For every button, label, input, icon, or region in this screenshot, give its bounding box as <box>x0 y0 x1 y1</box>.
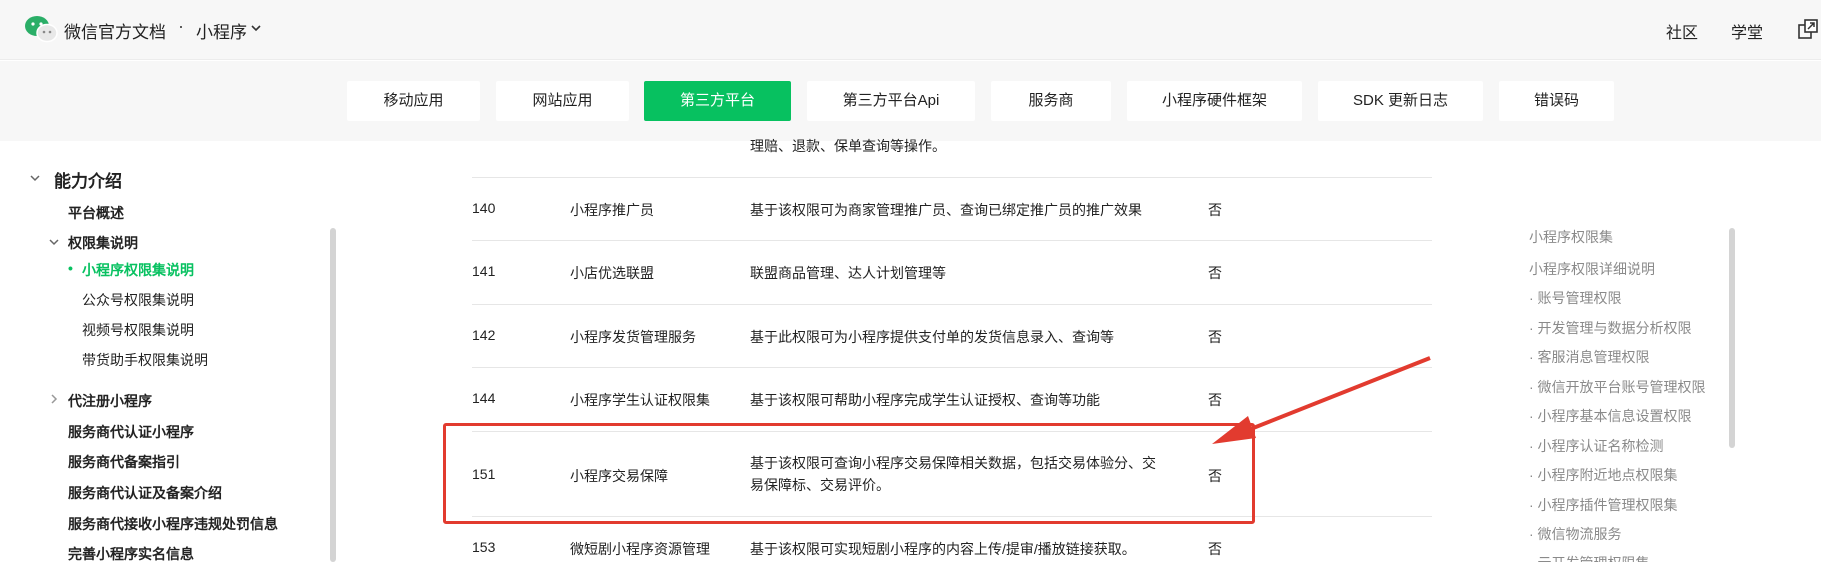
sidebar-item-permission-sets[interactable]: 权限集说明 <box>68 233 138 253</box>
community-link[interactable]: 社区 <box>1666 19 1698 43</box>
chevron-right-icon[interactable] <box>48 393 60 405</box>
row-id: 144 <box>472 390 496 406</box>
sidebar-item-sales-assistant-permissions[interactable]: 带货助手权限集说明 <box>82 350 208 370</box>
row-divider <box>472 177 1432 178</box>
tab-third-party-platform[interactable]: 第三方平台 <box>644 81 791 121</box>
toc-item[interactable]: · 小程序认证名称检测 <box>1529 436 1664 456</box>
tab-hardware-framework[interactable]: 小程序硬件框架 <box>1127 81 1302 121</box>
row-divider <box>472 304 1432 305</box>
row-flag: 否 <box>1208 329 1222 345</box>
product-switcher[interactable]: 小程序 <box>196 18 247 43</box>
sidebar-item-official-account-permissions[interactable]: 公众号权限集说明 <box>82 290 194 310</box>
row-id: 141 <box>472 263 496 279</box>
row-description: 基于该权限可帮助小程序完成学生认证授权、查询等功能 <box>750 392 1100 408</box>
sidebar-item-channels-permissions[interactable]: 视频号权限集说明 <box>82 320 194 340</box>
row-description: 联盟商品管理、达人计划管理等 <box>750 265 946 281</box>
highlight-box <box>443 423 1255 524</box>
toc-item[interactable]: · 微信开放平台账号管理权限 <box>1529 377 1706 397</box>
row-id: 142 <box>472 327 496 343</box>
title-separator: · <box>178 16 184 36</box>
tab-sdk-changelog[interactable]: SDK 更新日志 <box>1318 81 1483 121</box>
chevron-down-icon[interactable] <box>250 22 262 34</box>
toc-item[interactable]: 小程序权限集 <box>1529 227 1613 247</box>
docs-page: 微信官方文档 · 小程序 社区 学堂 移动应用 网站应用 第三方平台 第三方平台… <box>0 0 1821 562</box>
sidebar-item-proxy-registration[interactable]: 代注册小程序 <box>68 391 152 411</box>
toc-item[interactable]: · 小程序附近地点权限集 <box>1529 465 1678 485</box>
toc-item[interactable]: · 微信物流服务 <box>1529 524 1622 544</box>
row-description: 基于该权限可为商家管理推广员、查询已绑定推广员的推广效果 <box>750 202 1142 218</box>
sidebar-item-proxy-filing-guide[interactable]: 服务商代备案指引 <box>68 452 180 472</box>
toc-scrollbar[interactable] <box>1729 228 1735 448</box>
tab-website-app[interactable]: 网站应用 <box>496 81 629 121</box>
row-description: 基于该权限可实现短剧小程序的内容上传/提审/播放链接获取。 <box>750 541 1136 557</box>
row-name: 微短剧小程序资源管理 <box>570 541 710 557</box>
row-id: 153 <box>472 539 496 555</box>
toc-item[interactable]: 小程序权限详细说明 <box>1529 259 1655 279</box>
toc-item[interactable]: · 账号管理权限 <box>1529 288 1622 308</box>
tab-service-provider[interactable]: 服务商 <box>991 81 1111 121</box>
toc-item[interactable]: · 小程序插件管理权限集 <box>1529 495 1678 515</box>
sidebar-item-overview[interactable]: 平台概述 <box>68 203 124 223</box>
chevron-down-icon[interactable] <box>48 236 60 248</box>
row-description: 基于此权限可为小程序提供支付单的发货信息录入、查询等 <box>750 329 1114 345</box>
sidebar-item-proxy-verification-filing[interactable]: 服务商代认证及备案介绍 <box>68 483 222 503</box>
chevron-down-icon[interactable] <box>29 172 41 184</box>
tab-mobile-app[interactable]: 移动应用 <box>347 81 480 121</box>
row-name: 小程序发货管理服务 <box>570 329 696 345</box>
row-flag: 否 <box>1208 202 1222 218</box>
row-id: 140 <box>472 200 496 216</box>
external-link-icon[interactable] <box>1797 18 1819 40</box>
sidebar-section-title[interactable]: 能力介绍 <box>54 167 122 192</box>
row-name: 小程序推广员 <box>570 202 654 218</box>
row-name: 小店优选联盟 <box>570 265 654 281</box>
annotation-arrow-icon <box>1212 356 1431 444</box>
sidebar-item-realname-info[interactable]: 完善小程序实名信息 <box>68 544 194 562</box>
wechat-logo-icon[interactable] <box>24 14 58 44</box>
row-flag: 否 <box>1208 265 1222 281</box>
top-header: 微信官方文档 · 小程序 社区 学堂 <box>0 0 1821 60</box>
sidebar-scrollbar[interactable] <box>330 228 336 562</box>
sidebar-item-miniprogram-permissions[interactable]: 小程序权限集说明 <box>82 260 194 280</box>
site-title[interactable]: 微信官方文档 <box>64 18 166 43</box>
sidebar-active-dot: • <box>68 260 73 276</box>
sidebar-item-proxy-verification[interactable]: 服务商代认证小程序 <box>68 422 194 442</box>
toc-item[interactable]: · 开发管理与数据分析权限 <box>1529 318 1692 338</box>
row-flag: 否 <box>1208 541 1222 557</box>
toc-item[interactable]: · 客服消息管理权限 <box>1529 347 1650 367</box>
academy-link[interactable]: 学堂 <box>1731 19 1763 43</box>
tab-error-codes[interactable]: 错误码 <box>1499 81 1614 121</box>
clipped-row-text: 理赔、退款、保单查询等操作。 <box>750 138 946 154</box>
row-name: 小程序学生认证权限集 <box>570 392 710 408</box>
row-divider <box>472 240 1432 241</box>
tab-third-party-api[interactable]: 第三方平台Api <box>807 81 975 121</box>
sidebar-item-violation-notices[interactable]: 服务商代接收小程序违规处罚信息 <box>68 514 278 534</box>
toc-item[interactable]: · 小程序基本信息设置权限 <box>1529 406 1692 426</box>
toc-item[interactable]: · 云开发管理权限集 <box>1529 553 1650 562</box>
